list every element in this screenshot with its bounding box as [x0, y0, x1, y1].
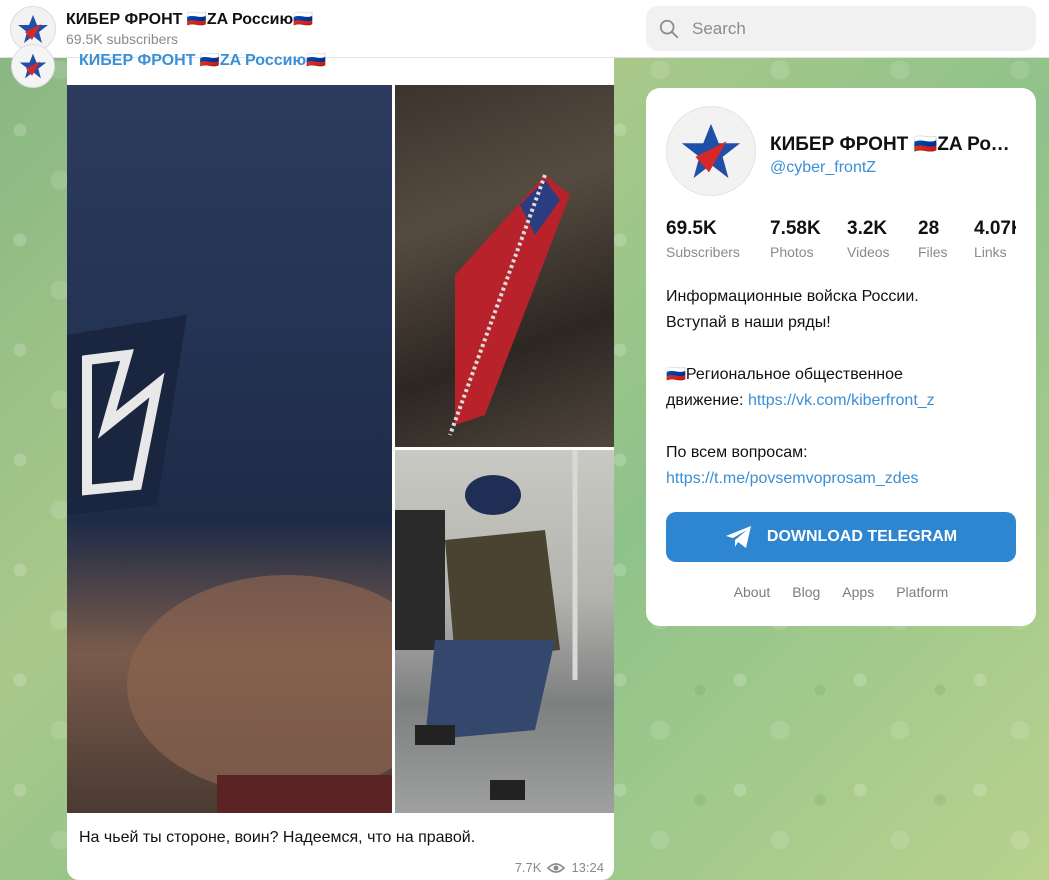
metro-photo-graphic [395, 450, 578, 800]
card-channel-title: КИБЕР ФРОНТ 🇷🇺ZA Россию🇷🇺 [770, 134, 1020, 155]
post-photo-jacket[interactable] [395, 85, 614, 447]
channel-description: Информационные войска России. Вступай в … [666, 284, 1016, 492]
star-logo-icon [18, 15, 48, 43]
search-icon [659, 19, 679, 38]
card-channel-handle[interactable]: @cyber_frontZ [770, 159, 876, 177]
desc-line: движение: https://vk.com/kiberfront_z [666, 388, 1016, 414]
post-author-avatar[interactable] [11, 44, 55, 88]
stat-value: 3.2K [847, 218, 888, 239]
vk-link[interactable]: https://vk.com/kiberfront_z [748, 392, 935, 409]
stat-label: Links [974, 244, 1007, 260]
stat-subscribers: 69.5K Subscribers [666, 218, 740, 260]
stat-value: 7.58K [770, 218, 821, 239]
card-channel-avatar [666, 106, 756, 196]
channel-info-card: КИБЕР ФРОНТ 🇷🇺ZA Россию🇷🇺 @cyber_frontZ … [646, 88, 1036, 626]
stat-label: Photos [770, 244, 814, 260]
footer-link-blog[interactable]: Blog [792, 584, 820, 600]
jacket-photo-graphic [448, 174, 570, 436]
desc-line: https://t.me/povsemvoprosam_zdes [666, 466, 1016, 492]
telegram-link[interactable]: https://t.me/povsemvoprosam_zdes [666, 470, 919, 487]
stat-photos[interactable]: 7.58K Photos [770, 218, 821, 260]
stat-label: Videos [847, 244, 890, 260]
stat-value: 28 [918, 218, 940, 239]
desc-line: По всем вопросам: [666, 444, 808, 461]
footer-link-about[interactable]: About [734, 584, 771, 600]
desc-text: движение: [666, 392, 748, 409]
footer-link-apps[interactable]: Apps [842, 584, 874, 600]
stat-label: Subscribers [666, 244, 740, 260]
desc-line: Вступай в наши ряды! [666, 314, 831, 331]
footer-links: About Blog Apps Platform [646, 584, 1036, 600]
post-author-name[interactable]: КИБЕР ФРОНТ 🇷🇺ZA Россию🇷🇺 [79, 50, 326, 70]
search-input[interactable] [692, 18, 1022, 39]
post-time: 13:24 [571, 860, 604, 875]
channel-stats: 69.5K Subscribers 7.58K Photos 3.2K Vide… [666, 218, 1016, 268]
post-meta: 7.7K 13:24 [515, 860, 604, 875]
stat-links[interactable]: 4.07K Links [974, 218, 1016, 260]
post-photo-cap[interactable] [67, 85, 392, 813]
download-telegram-button[interactable]: DOWNLOAD TELEGRAM [666, 512, 1016, 562]
desc-line: Информационные войска России. [666, 288, 919, 305]
download-label: DOWNLOAD TELEGRAM [766, 528, 958, 545]
cap-photo-graphic [67, 315, 392, 813]
stat-videos[interactable]: 3.2K Videos [847, 218, 890, 260]
search-box[interactable] [646, 6, 1036, 51]
post-photo-metro[interactable] [395, 450, 614, 813]
stat-label: Files [918, 244, 948, 260]
desc-line: 🇷🇺Региональное общественное [666, 366, 903, 383]
post-caption: На чьей ты стороне, воин? Надеемся, что … [79, 829, 476, 846]
stat-files[interactable]: 28 Files [918, 218, 948, 260]
channel-title[interactable]: КИБЕР ФРОНТ 🇷🇺ZA Россию🇷🇺 [66, 9, 313, 29]
stat-value: 69.5K [666, 218, 717, 239]
stat-value: 4.07K [974, 218, 1016, 239]
eye-icon [547, 862, 566, 873]
subscriber-count: 69.5K subscribers [66, 31, 179, 47]
view-count: 7.7K [514, 860, 542, 875]
footer-link-platform[interactable]: Platform [896, 584, 948, 600]
telegram-plane-icon [725, 526, 751, 548]
star-logo-icon [681, 123, 741, 179]
channel-post: КИБЕР ФРОНТ 🇷🇺ZA Россию🇷🇺 На чьей ты сто… [67, 52, 614, 880]
star-logo-icon [19, 53, 47, 79]
